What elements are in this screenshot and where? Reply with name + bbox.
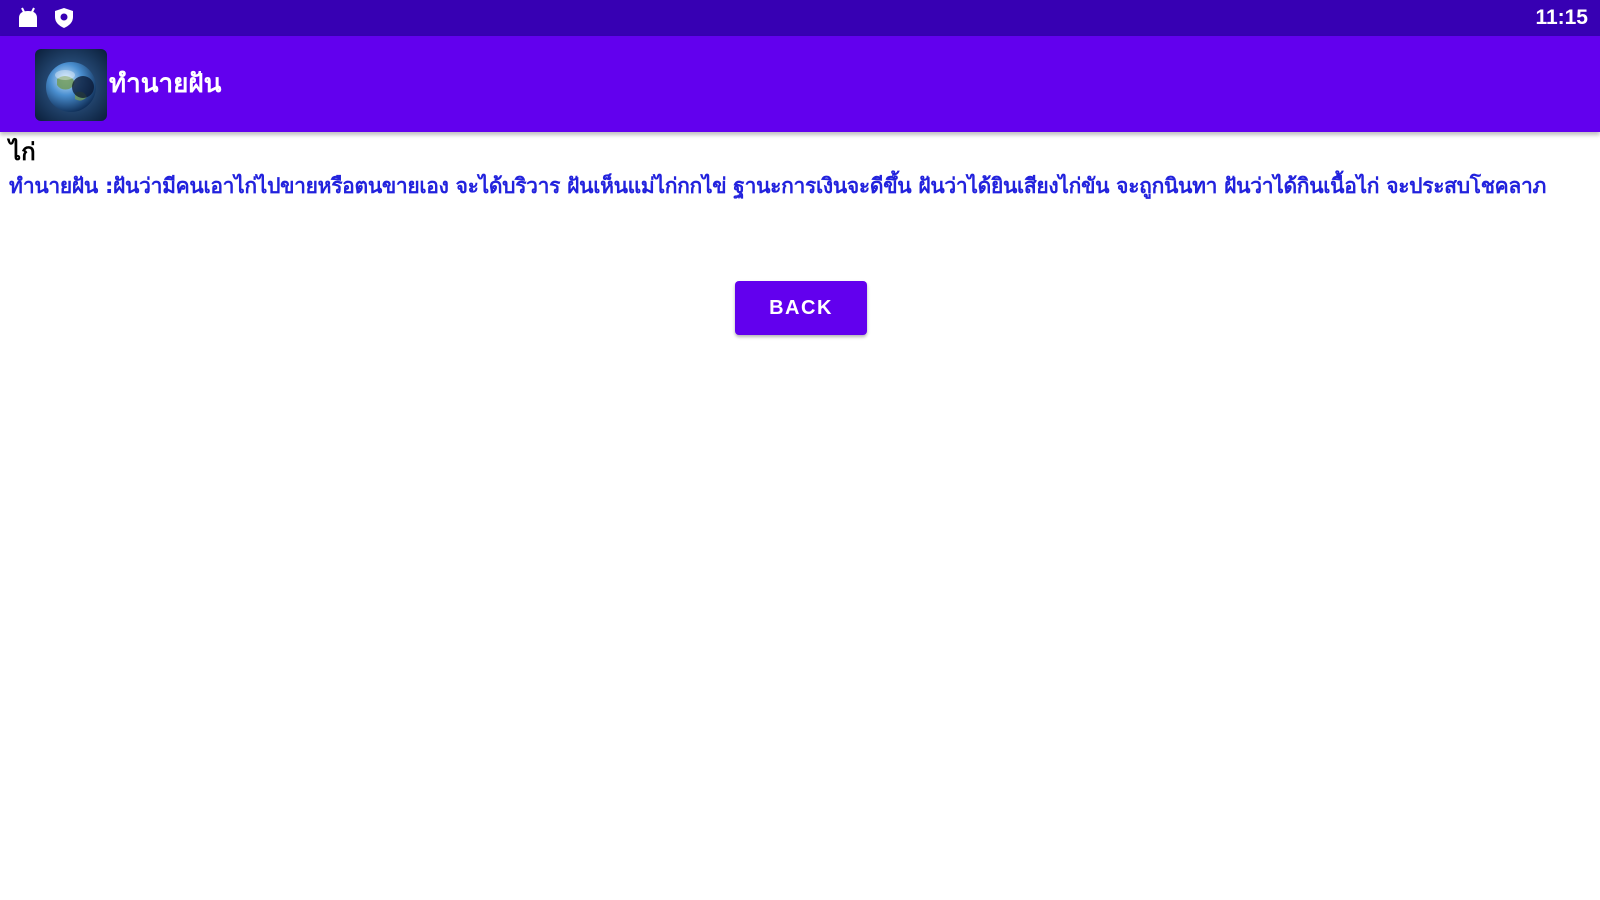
back-button[interactable]: BACK bbox=[735, 281, 867, 335]
entry-title: ไก่ bbox=[9, 138, 36, 166]
app-title: ทำนายฝัน bbox=[109, 69, 222, 99]
status-time: 11:15 bbox=[1535, 6, 1588, 29]
shield-icon bbox=[52, 7, 76, 29]
entry-description: ทำนายฝัน :ฝันว่ามีคนเอาไก่ไปขายหรือตนขาย… bbox=[9, 174, 1547, 198]
android-notification-icon bbox=[16, 7, 40, 29]
app-bar: ทำนายฝัน bbox=[0, 36, 1600, 132]
entry-content: ไก่ ทำนายฝัน :ฝันว่ามีคนเอาไก่ไปขายหรือต… bbox=[9, 136, 1584, 203]
earth-globe-icon bbox=[35, 49, 107, 121]
status-bar: 11:15 bbox=[0, 0, 1600, 36]
